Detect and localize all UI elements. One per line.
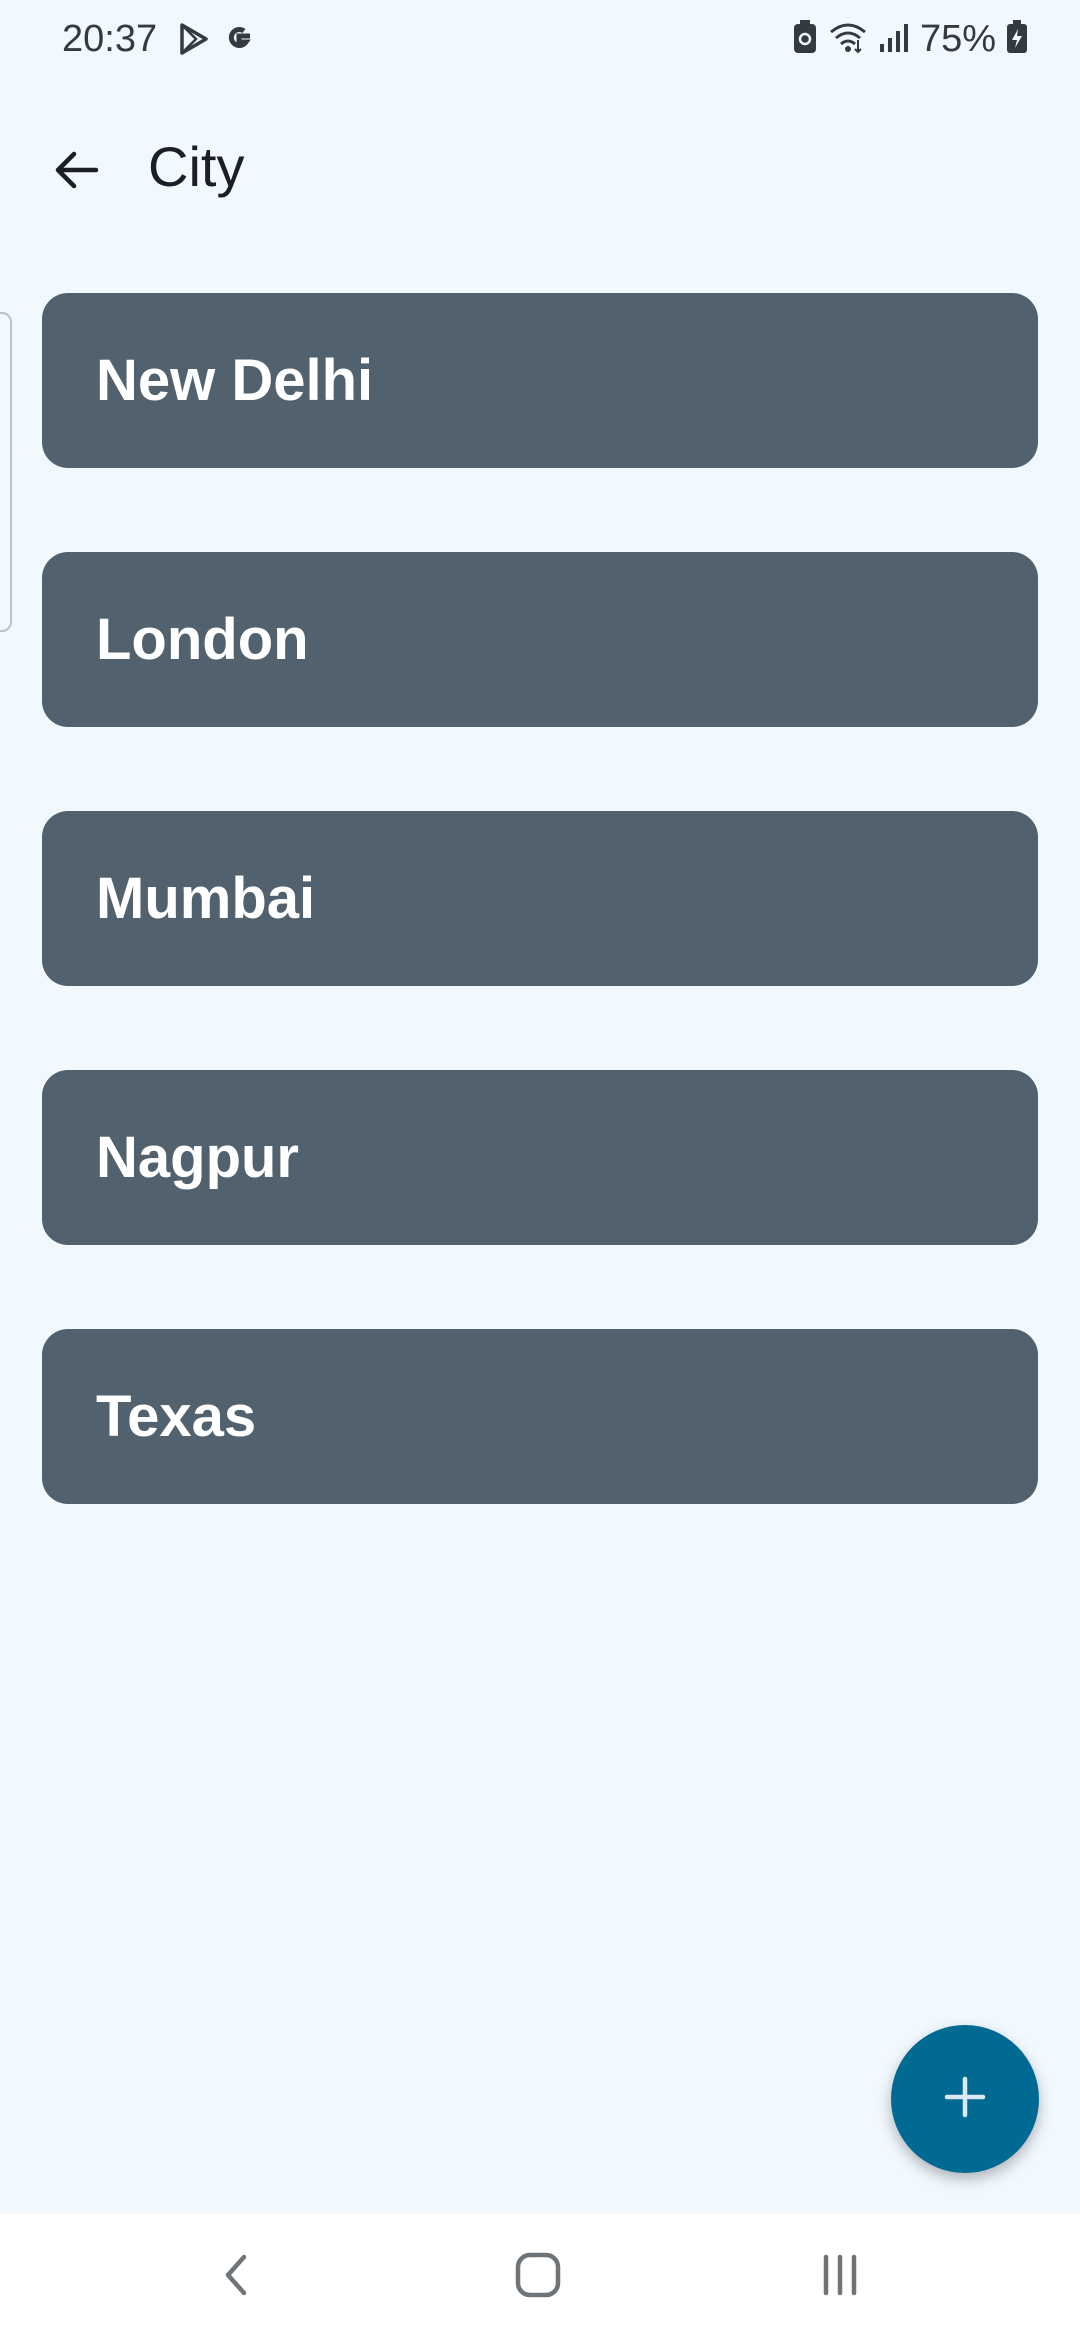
city-card[interactable]: Mumbai (42, 811, 1038, 986)
city-name: Texas (96, 1384, 257, 1449)
city-name: London (96, 607, 309, 672)
nav-recents-icon (818, 2253, 862, 2302)
city-card[interactable]: London (42, 552, 1038, 727)
battery-saver-icon (792, 19, 818, 60)
wifi-icon (828, 20, 868, 59)
back-button[interactable] (36, 132, 116, 212)
battery-percent: 75% (919, 18, 996, 60)
nav-back-button[interactable] (176, 2232, 296, 2322)
city-list: New Delhi London Mumbai Nagpur Texas (42, 293, 1038, 1588)
status-left-icons (176, 22, 256, 61)
status-right-icons: 75% (792, 18, 1028, 61)
nav-home-button[interactable] (478, 2232, 598, 2322)
page-title: City (148, 135, 245, 198)
city-card[interactable]: New Delhi (42, 293, 1038, 468)
arrow-back-icon (50, 144, 102, 201)
city-name: Nagpur (96, 1125, 299, 1190)
nav-back-icon (216, 2251, 256, 2304)
city-card[interactable]: Texas (42, 1329, 1038, 1504)
status-bar: 20:37 75% (0, 0, 1080, 84)
app-bar: City (0, 110, 1080, 230)
nav-home-icon (513, 2250, 563, 2305)
add-city-button[interactable] (891, 2025, 1039, 2173)
battery-charging-icon (1006, 19, 1028, 60)
city-name: New Delhi (96, 348, 374, 413)
city-name: Mumbai (96, 866, 316, 931)
plus-icon (941, 2073, 989, 2126)
nav-recents-button[interactable] (780, 2232, 900, 2322)
scroll-edge-indicator (0, 312, 12, 632)
google-icon (222, 22, 256, 61)
signal-icon (878, 20, 910, 59)
status-time: 20:37 (62, 18, 158, 60)
system-nav-bar (0, 2214, 1080, 2340)
city-card[interactable]: Nagpur (42, 1070, 1038, 1245)
play-store-icon (176, 22, 210, 61)
